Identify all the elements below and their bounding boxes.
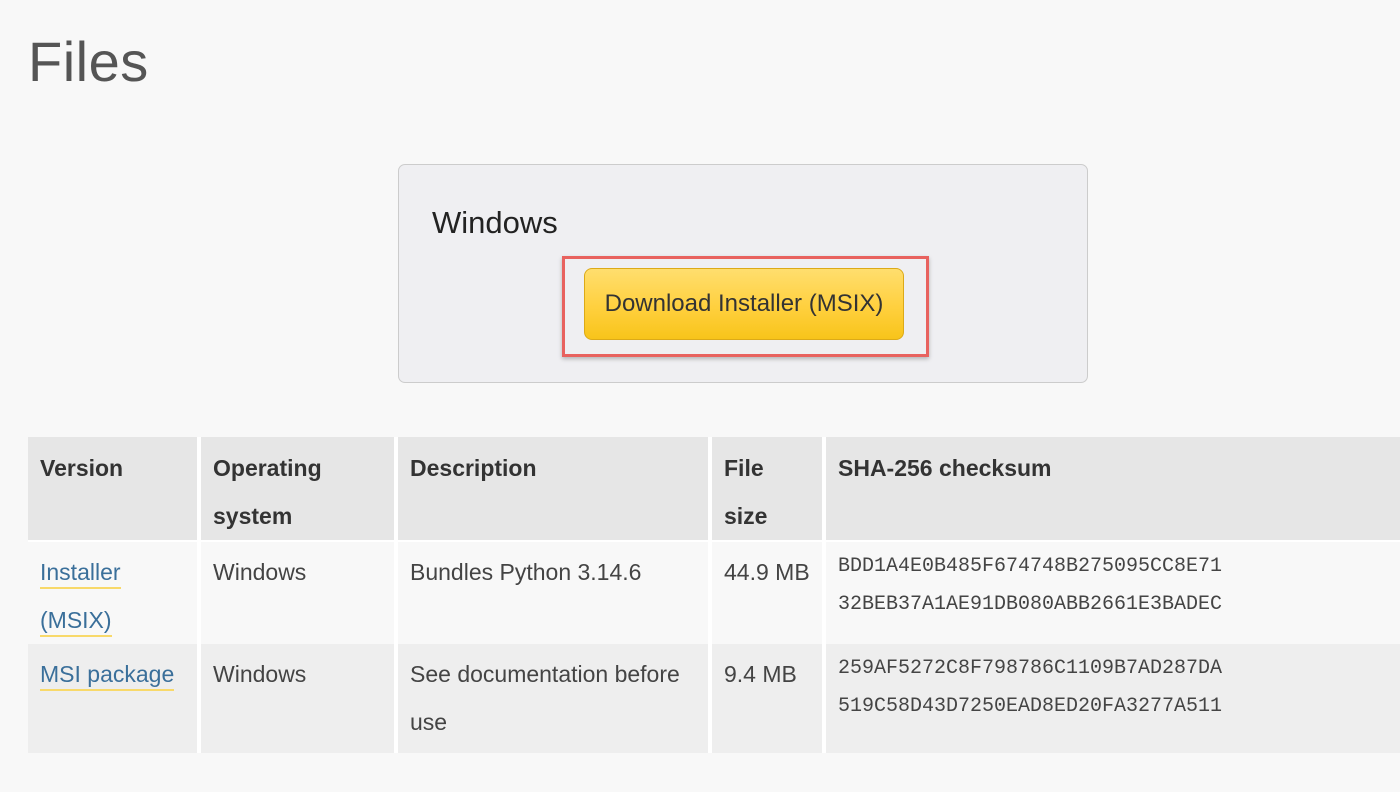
- checksum-cell: 259AF5272C8F798786C1109B7AD287DA 519C58D…: [824, 644, 1400, 753]
- os-cell: Windows: [199, 644, 398, 753]
- checksum-line: BDD1A4E0B485F674748B275095CC8E71: [838, 555, 1223, 578]
- header-version: Version: [28, 437, 201, 542]
- checksum-line: 519C58D43D7250EAD8ED20FA3277A511: [838, 695, 1223, 718]
- checksum-line: 32BEB37A1AE91DB080ABB2661E3BADEC: [838, 593, 1223, 616]
- platform-title: Windows: [432, 205, 558, 240]
- files-table: Version Operating system Description Fil…: [28, 437, 1400, 753]
- version-cell: MSI package: [28, 644, 201, 753]
- description-cell: Bundles Python 3.14.6: [396, 541, 712, 644]
- header-checksum: SHA-256 checksum: [824, 437, 1400, 542]
- table-row: Installer (MSIX) Windows Bundles Python …: [28, 541, 1400, 644]
- version-cell: Installer (MSIX): [28, 541, 201, 644]
- checksum-cell: BDD1A4E0B485F674748B275095CC8E71 32BEB37…: [824, 541, 1400, 644]
- download-box: Windows Download Installer (MSIX): [398, 164, 1088, 383]
- size-cell: 9.4 MB: [710, 644, 826, 753]
- description-cell: See documentation before use: [396, 644, 712, 753]
- installer-msix-link[interactable]: Installer (MSIX): [40, 559, 121, 637]
- checksum-line: 259AF5272C8F798786C1109B7AD287DA: [838, 657, 1223, 680]
- size-cell: 44.9 MB: [710, 541, 826, 644]
- table-header-row: Version Operating system Description Fil…: [28, 437, 1400, 542]
- table-row: MSI package Windows See documentation be…: [28, 644, 1400, 753]
- page-title: Files: [28, 30, 149, 93]
- header-description: Description: [396, 437, 712, 542]
- header-operating-system: Operating system: [199, 437, 398, 542]
- os-cell: Windows: [199, 541, 398, 644]
- header-file-size: File size: [710, 437, 826, 542]
- msi-package-link[interactable]: MSI package: [40, 661, 175, 691]
- download-installer-button[interactable]: Download Installer (MSIX): [584, 268, 904, 340]
